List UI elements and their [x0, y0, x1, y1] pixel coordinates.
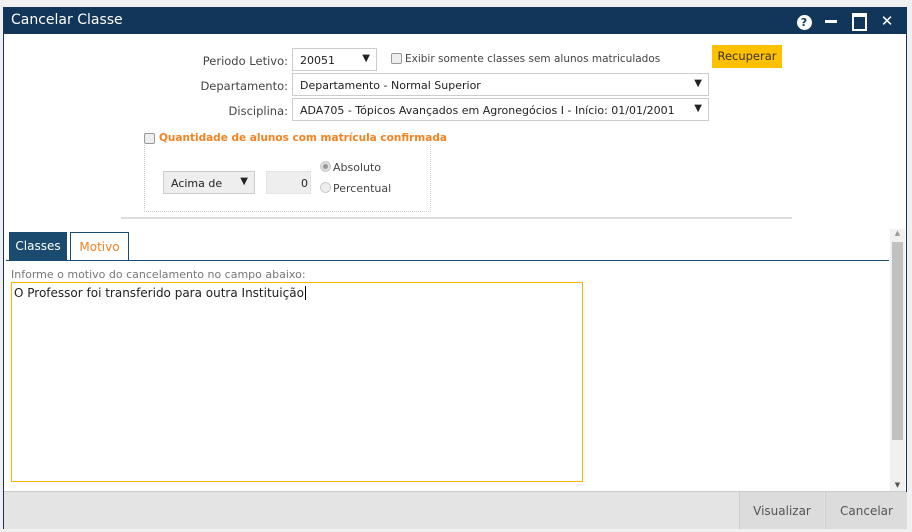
quantidade-legend: Quantidade de alunos com matrícula confi… — [144, 132, 451, 144]
departamento-select[interactable]: Departamento - Normal Superior ▼ — [292, 73, 709, 96]
quantidade-label: Quantidade de alunos com matrícula confi… — [159, 132, 447, 144]
recuperar-button[interactable]: Recuperar — [712, 45, 782, 68]
cancelar-button[interactable]: Cancelar — [825, 492, 907, 529]
disciplina-label: Disciplina: — [228, 104, 288, 118]
motivo-textarea[interactable]: O Professor foi transferido para outra I… — [11, 282, 583, 482]
periodo-value: 20051 — [300, 54, 335, 67]
departamento-label: Departamento: — [200, 79, 288, 93]
comparador-select[interactable]: Acima de ▼ — [163, 171, 255, 194]
quantidade-checkbox[interactable] — [144, 132, 155, 144]
chevron-down-icon: ▼ — [694, 78, 702, 89]
tab-motivo[interactable]: Motivo — [70, 232, 129, 261]
help-icon[interactable]: ? — [795, 12, 813, 30]
dialog-title: Cancelar Classe — [11, 12, 123, 28]
exibir-label: Exibir somente classes sem alunos matric… — [405, 53, 661, 65]
motivo-instruction: Informe o motivo do cancelamento no camp… — [11, 268, 306, 281]
motivo-text: O Professor foi transferido para outra I… — [14, 286, 304, 300]
chevron-down-icon: ▼ — [362, 53, 370, 64]
minimize-icon[interactable] — [822, 12, 840, 30]
chevron-down-icon: ▼ — [694, 103, 702, 114]
tab-underline — [6, 260, 889, 261]
close-icon[interactable]: ✕ — [878, 12, 896, 30]
footer: Visualizar Cancelar — [4, 491, 907, 529]
tab-classes[interactable]: Classes — [9, 232, 67, 260]
absoluto-label: Absoluto — [333, 161, 382, 174]
quantidade-input[interactable]: 0 — [266, 171, 311, 194]
scroll-up-icon[interactable]: ▲ — [890, 229, 905, 241]
radio-absoluto[interactable] — [320, 161, 331, 172]
radio-percentual[interactable] — [320, 182, 331, 193]
departamento-value: Departamento - Normal Superior — [300, 79, 481, 92]
scrollbar[interactable]: ▲ ▼ — [890, 229, 905, 491]
chevron-down-icon: ▼ — [240, 176, 248, 187]
divider — [121, 217, 792, 219]
scroll-down-icon[interactable]: ▼ — [890, 481, 905, 489]
disciplina-value: ADA705 - Tópicos Avançados em Agronegóci… — [300, 104, 675, 117]
cancelar-classe-dialog: Cancelar Classe ? ✕ Periodo Letivo: 2005… — [3, 7, 907, 529]
periodo-label: Periodo Letivo: — [202, 54, 288, 68]
comparador-value: Acima de — [171, 177, 223, 190]
exibir-checkbox[interactable] — [391, 53, 402, 64]
visualizar-button[interactable]: Visualizar — [739, 492, 824, 529]
periodo-select[interactable]: 20051 ▼ — [292, 48, 377, 71]
scroll-thumb[interactable] — [892, 242, 903, 440]
percentual-label: Percentual — [333, 182, 392, 195]
disciplina-select[interactable]: ADA705 - Tópicos Avançados em Agronegóci… — [292, 98, 709, 121]
maximize-icon[interactable] — [850, 12, 868, 35]
title-bar: Cancelar Classe ? ✕ — [4, 8, 906, 34]
